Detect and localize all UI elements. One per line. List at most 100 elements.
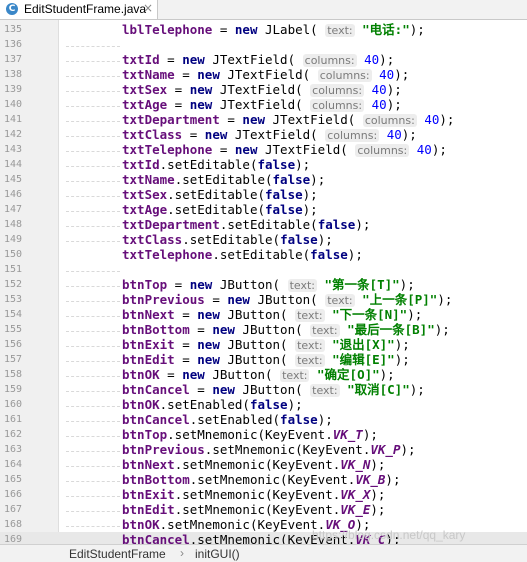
code-token: .setEnabled( (159, 397, 250, 412)
code-token: ); (409, 382, 425, 397)
code-line[interactable]: 151 (0, 262, 527, 277)
code-line[interactable]: 161 btnCancel.setEnabled(false); (0, 406, 527, 427)
code-token: JButton( (219, 307, 296, 322)
code-token: JButton( (204, 367, 281, 382)
code-line[interactable]: 136 (0, 37, 527, 52)
code-token: .setMnemonic(KeyEvent. (174, 487, 341, 502)
breadcrumb-method[interactable]: initGUI() (195, 547, 240, 561)
code-token: 40 (424, 112, 440, 127)
code-token: txtName (122, 67, 175, 82)
breadcrumb-file[interactable]: EditStudentFrame (69, 547, 166, 561)
code-editor[interactable]: 135 lblTelephone = new JLabel( text: "电话:… (0, 20, 527, 544)
code-line[interactable]: 138 txtName = new JTextField( columns: 40… (0, 61, 527, 82)
code-token: btnExit (122, 337, 175, 352)
code-token: .setEditable( (159, 157, 258, 172)
code-text: txtName.setEditable(false); (122, 172, 325, 187)
code-line[interactable]: 164 btnNext.setMnemonic(KeyEvent.VK_N); (0, 451, 527, 472)
code-token: VK_B (355, 472, 386, 487)
code-token: .setEditable( (212, 247, 311, 262)
code-line[interactable]: 139 txtSex = new JTextField( columns: 40)… (0, 76, 527, 97)
code-token: ); (431, 142, 447, 157)
close-icon[interactable]: × (143, 1, 153, 15)
code-token: = (189, 382, 213, 397)
code-line[interactable]: 156 btnExit = new JButton( text: "退出[X]")… (0, 331, 527, 352)
code-line[interactable]: 167 btnEdit.setMnemonic(KeyEvent.VK_E); (0, 496, 527, 517)
line-number: 169 (3, 534, 22, 544)
code-token: ); (394, 67, 410, 82)
code-line[interactable]: 145 txtName.setEditable(false); (0, 166, 527, 187)
code-token: 40 (386, 127, 402, 142)
indent-guide (66, 466, 120, 467)
code-text: btnEdit.setMnemonic(KeyEvent.VK_E); (122, 502, 385, 517)
code-text: txtClass.setEditable(false); (122, 232, 333, 247)
code-line[interactable]: 150 txtTelephone.setEditable(false); (0, 241, 527, 262)
code-text: txtDepartment = new JTextField( columns:… (122, 112, 454, 128)
code-line[interactable]: 137 txtId = new JTextField( columns: 40); (0, 46, 527, 68)
code-token: btnTop (122, 277, 168, 292)
code-token: lblTelephone (122, 22, 213, 37)
code-token: JTextField( (204, 52, 303, 67)
code-token: JButton( (234, 322, 311, 337)
line-number: 138 (3, 69, 22, 80)
parameter-hint: text: (287, 279, 317, 292)
code-token: txtId (122, 52, 160, 67)
code-token: ); (434, 322, 450, 337)
code-token: "电话:" (362, 22, 410, 37)
code-token: ); (386, 97, 402, 112)
code-line[interactable]: 135 lblTelephone = new JLabel( text: "电话:… (0, 22, 527, 37)
code-line[interactable]: 154 btnNext = new JButton( text: "下一条[N]"… (0, 301, 527, 322)
code-line[interactable]: 163 btnPrevious.setMnemonic(KeyEvent.VK_P… (0, 436, 527, 457)
code-line[interactable]: 153 btnPrevious = new JButton( text: "上一条… (0, 286, 527, 307)
code-line[interactable]: 148 txtDepartment.setEditable(false); (0, 211, 527, 232)
line-number: 165 (3, 474, 22, 485)
code-line[interactable]: 160 btnOK.setEnabled(false); (0, 391, 527, 412)
code-text: txtId.setEditable(false); (122, 157, 310, 172)
code-token: .setMnemonic(KeyEvent. (204, 442, 371, 457)
parameter-hint: columns: (355, 144, 410, 157)
code-line[interactable]: 142 txtClass = new JTextField( columns: 4… (0, 121, 527, 142)
code-token: = (182, 127, 205, 142)
line-number: 146 (3, 189, 22, 200)
code-line[interactable]: 144 txtId.setEditable(false); (0, 151, 527, 172)
code-token: = (174, 337, 198, 352)
code-line[interactable]: 157 btnEdit = new JButton( text: "编辑[E]")… (0, 346, 527, 367)
code-line[interactable]: 165 btnBottom.setMnemonic(KeyEvent.VK_B); (0, 466, 527, 487)
code-line[interactable]: 162 btnTop.setMnemonic(KeyEvent.VK_T); (0, 421, 527, 442)
code-token: txtClass (122, 127, 183, 142)
code-text: btnTop.setMnemonic(KeyEvent.VK_T); (122, 427, 378, 442)
indent-guide (66, 61, 120, 62)
indent-guide (66, 76, 120, 77)
code-text: txtId = new JTextField( columns: 40); (122, 52, 394, 68)
code-text: txtTelephone.setEditable(false); (122, 247, 363, 262)
code-token: = (219, 112, 243, 127)
code-line[interactable]: 146 txtSex.setEditable(false); (0, 181, 527, 202)
code-text: btnOK.setEnabled(false); (122, 397, 303, 412)
line-number: 149 (3, 234, 22, 245)
line-number: 157 (3, 354, 22, 365)
code-line[interactable]: 155 btnBottom = new JButton( text: "最后一条[… (0, 316, 527, 338)
line-number: 160 (3, 399, 22, 410)
code-line[interactable]: 141 txtDepartment = new JTextField( colum… (0, 106, 527, 128)
code-line[interactable]: 152 btnTop = new JButton( text: "第一条[T]")… (0, 271, 527, 292)
code-token: JButton( (234, 382, 311, 397)
code-token: false (265, 187, 303, 202)
tab-edit-student-frame[interactable]: C EditStudentFrame.java × (0, 0, 158, 19)
code-line[interactable]: 143 txtTelephone = new JTextField( column… (0, 136, 527, 157)
code-line[interactable]: 166 btnExit.setMnemonic(KeyEvent.VK_X); (0, 481, 527, 502)
code-token: JButton( (249, 292, 326, 307)
code-line[interactable]: 149 txtClass.setEditable(false); (0, 226, 527, 247)
code-line[interactable]: 147 txtAge.setEditable(false); (0, 196, 527, 217)
line-number: 156 (3, 339, 22, 350)
code-token: VK_N (340, 457, 371, 472)
code-token: 40 (364, 52, 380, 67)
code-token: JTextField( (212, 82, 311, 97)
line-number: 161 (3, 414, 22, 425)
line-number: 137 (3, 54, 22, 65)
code-line[interactable]: 140 txtAge = new JTextField( columns: 40)… (0, 91, 527, 112)
code-text: btnBottom = new JButton( text: "最后一条[B]"… (122, 322, 450, 338)
line-number: 152 (3, 279, 22, 290)
code-line[interactable]: 159 btnCancel = new JButton( text: "取消[C]… (0, 376, 527, 397)
code-line[interactable]: 158 btnOK = new JButton( text: "确定[O]"); (0, 361, 527, 382)
